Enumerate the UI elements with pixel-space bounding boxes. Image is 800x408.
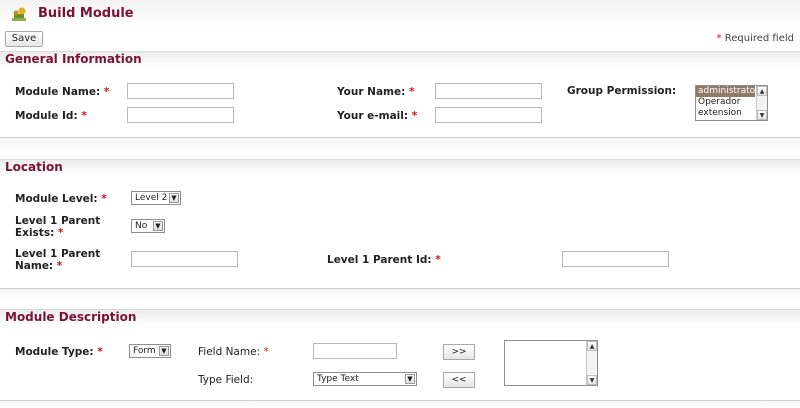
chevron-down-icon: ▼: [153, 221, 163, 231]
chevron-down-icon: ▼: [405, 374, 415, 384]
parent-exists-label: Level 1 Parent Exists: *: [15, 215, 101, 239]
required-mark: *: [716, 33, 722, 44]
module-level-label: Module Level: *: [15, 193, 107, 205]
page-header: Build Module: [0, 0, 800, 28]
fields-listbox[interactable]: ▲ ▼: [504, 340, 598, 386]
module-id-label: Module Id: *: [15, 110, 87, 122]
fields-scrollbar[interactable]: ▲ ▼: [586, 341, 597, 385]
scroll-down-icon[interactable]: ▼: [587, 375, 597, 385]
section-title-general: General Information: [5, 52, 142, 66]
permission-option[interactable]: administrator: [696, 86, 759, 97]
scroll-down-icon[interactable]: ▼: [757, 110, 767, 120]
group-permission-listbox[interactable]: administrator Operador extension ▲ ▼: [695, 85, 768, 121]
section-divider: [0, 400, 800, 408]
parent-id-input[interactable]: [562, 251, 669, 267]
save-button[interactable]: Save: [5, 31, 43, 47]
module-build-icon: [12, 7, 26, 21]
page-title: Build Module: [38, 6, 134, 21]
parent-name-input[interactable]: [131, 251, 238, 267]
required-field-note: * Required field: [717, 33, 794, 44]
scroll-up-icon[interactable]: ▲: [757, 86, 767, 96]
group-permission-label: Group Permission:: [567, 85, 677, 97]
type-field-value: Type Text: [317, 374, 359, 384]
section-location: Location: [0, 159, 800, 175]
field-name-input[interactable]: [313, 343, 397, 359]
module-name-input[interactable]: [127, 83, 234, 99]
permission-scrollbar[interactable]: ▲ ▼: [756, 86, 767, 120]
type-field-label: Type Field:: [198, 374, 254, 386]
section-title-location: Location: [5, 160, 63, 174]
module-type-select[interactable]: Form ▼: [129, 344, 171, 358]
chevron-down-icon: ▼: [169, 193, 179, 203]
type-field-select[interactable]: Type Text ▼: [313, 372, 417, 386]
module-level-select[interactable]: Level 2 ▼: [131, 191, 181, 205]
parent-id-label: Level 1 Parent Id: *: [327, 254, 441, 266]
your-email-label: Your e-mail: *: [337, 110, 418, 122]
your-email-input[interactable]: [435, 107, 542, 123]
section-divider: [0, 137, 800, 151]
your-name-input[interactable]: [435, 83, 542, 99]
module-name-label: Module Name: *: [15, 86, 110, 98]
section-title-description: Module Description: [5, 310, 137, 324]
remove-field-button[interactable]: <<: [443, 372, 475, 388]
required-field-label: Required field: [724, 33, 794, 44]
permission-option[interactable]: Operador: [696, 97, 755, 108]
parent-name-label: Level 1 Parent Name: *: [15, 248, 101, 272]
section-module-description: Module Description: [0, 309, 800, 325]
add-field-button[interactable]: >>: [443, 344, 475, 360]
module-level-value: Level 2: [135, 193, 168, 203]
permission-option[interactable]: extension: [696, 108, 755, 119]
module-type-label: Module Type: *: [15, 346, 103, 358]
section-divider: [0, 288, 800, 302]
parent-exists-select[interactable]: No ▼: [131, 219, 165, 233]
scroll-up-icon[interactable]: ▲: [587, 341, 597, 351]
module-type-value: Form: [133, 346, 156, 356]
parent-exists-value: No: [135, 221, 148, 231]
chevron-down-icon: ▼: [159, 346, 169, 356]
section-general-information: General Information: [0, 51, 800, 67]
field-name-label: Field Name: *: [198, 346, 269, 358]
module-id-input[interactable]: [127, 107, 234, 123]
your-name-label: Your Name: *: [337, 86, 415, 98]
